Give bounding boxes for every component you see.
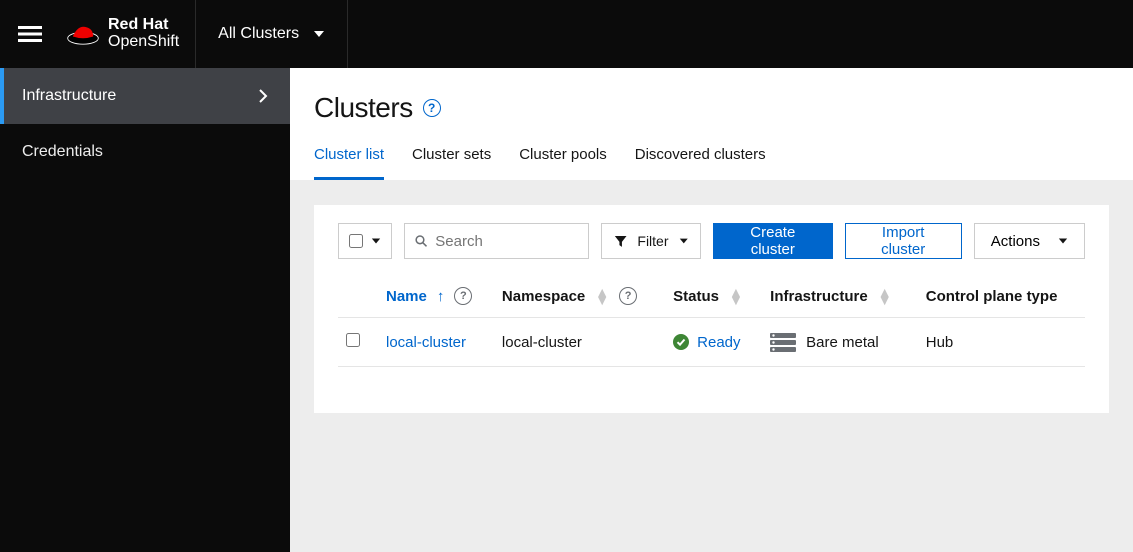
- col-namespace[interactable]: Namespace ▲▼ ?: [494, 275, 665, 318]
- create-cluster-button[interactable]: Create cluster: [713, 223, 833, 259]
- col-status[interactable]: Status ▲▼: [665, 275, 762, 318]
- redhat-icon: [66, 21, 100, 47]
- col-name[interactable]: Name ↑ ?: [378, 275, 494, 318]
- context-label: All Clusters: [218, 25, 299, 43]
- select-all-checkbox[interactable]: [349, 234, 363, 248]
- context-selector[interactable]: All Clusters: [196, 0, 347, 68]
- toolbar: Filter Create cluster Import cluster Act…: [338, 223, 1085, 259]
- divider: [347, 0, 348, 68]
- sort-asc-icon: ↑: [437, 288, 445, 305]
- caret-down-icon: [371, 236, 381, 246]
- caret-down-icon: [313, 28, 325, 40]
- actions-dropdown[interactable]: Actions: [974, 223, 1085, 259]
- search-field[interactable]: [404, 223, 589, 259]
- col-infrastructure[interactable]: Infrastructure ▲▼: [762, 275, 918, 318]
- actions-label: Actions: [991, 233, 1040, 250]
- brand-text: Red Hat OpenShift: [108, 17, 179, 51]
- tab-cluster-sets[interactable]: Cluster sets: [412, 138, 491, 180]
- caret-down-icon: [1058, 236, 1068, 246]
- search-input[interactable]: [435, 233, 578, 250]
- sort-icon: ▲▼: [729, 288, 743, 305]
- help-icon[interactable]: ?: [619, 287, 637, 305]
- sidebar-item-credentials[interactable]: Credentials: [0, 124, 290, 180]
- top-bar: Red Hat OpenShift All Clusters: [0, 0, 1133, 68]
- check-circle-icon: [673, 334, 689, 350]
- sidebar: Infrastructure Credentials: [0, 68, 290, 552]
- tab-cluster-pools[interactable]: Cluster pools: [519, 138, 607, 180]
- status-ready[interactable]: Ready: [673, 334, 754, 351]
- brand-line2: OpenShift: [108, 34, 179, 51]
- sidebar-item-infrastructure[interactable]: Infrastructure: [0, 68, 290, 124]
- help-icon[interactable]: ?: [423, 99, 441, 117]
- brand-line1: Red Hat: [108, 17, 179, 34]
- tabs: Cluster list Cluster sets Cluster pools …: [314, 138, 1109, 180]
- hamburger-menu-button[interactable]: [0, 0, 60, 68]
- filter-dropdown[interactable]: Filter: [601, 223, 701, 259]
- col-control-plane[interactable]: Control plane type: [918, 275, 1085, 318]
- tab-cluster-list[interactable]: Cluster list: [314, 138, 384, 180]
- caret-down-icon: [679, 236, 689, 246]
- infra-bare-metal: Bare metal: [770, 332, 910, 352]
- cluster-name-link[interactable]: local-cluster: [386, 334, 466, 351]
- brand-logo[interactable]: Red Hat OpenShift: [60, 0, 195, 68]
- help-icon[interactable]: ?: [454, 287, 472, 305]
- page-title: Clusters: [314, 92, 413, 124]
- tab-discovered-clusters[interactable]: Discovered clusters: [635, 138, 766, 180]
- table-row: local-cluster local-cluster Ready: [338, 318, 1085, 367]
- hamburger-icon: [18, 22, 42, 46]
- clusters-table: Name ↑ ? Namespace ▲▼ ?: [338, 275, 1085, 367]
- select-all-dropdown[interactable]: [338, 223, 392, 259]
- sort-icon: ▲▼: [595, 288, 609, 305]
- bare-metal-icon: [770, 332, 796, 352]
- import-cluster-button[interactable]: Import cluster: [845, 223, 962, 259]
- chevron-right-icon: [258, 89, 268, 103]
- main-content: Clusters ? Cluster list Cluster sets Clu…: [290, 68, 1133, 552]
- page-header: Clusters ? Cluster list Cluster sets Clu…: [290, 68, 1133, 181]
- sidebar-item-label: Infrastructure: [22, 87, 116, 105]
- filter-label: Filter: [637, 233, 668, 249]
- clusters-card: Filter Create cluster Import cluster Act…: [314, 205, 1109, 413]
- cell-namespace: local-cluster: [494, 318, 665, 367]
- cell-control-plane: Hub: [918, 318, 1085, 367]
- sort-icon: ▲▼: [878, 288, 892, 305]
- filter-icon: [614, 234, 627, 248]
- row-checkbox[interactable]: [346, 333, 360, 347]
- search-icon: [415, 234, 427, 248]
- sidebar-item-label: Credentials: [22, 143, 103, 161]
